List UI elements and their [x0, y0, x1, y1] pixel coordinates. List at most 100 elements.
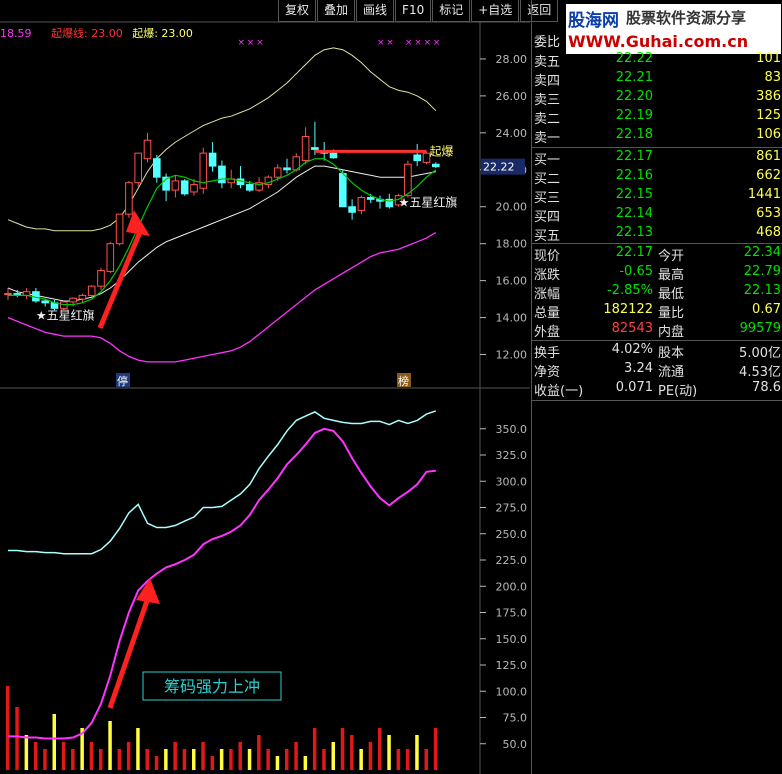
candle-body: [115, 213, 124, 245]
volume-bar: [247, 749, 252, 770]
candle-body: [87, 285, 96, 296]
ask-price: 22.21: [615, 70, 653, 85]
ask-row: 卖五 22.22 101: [532, 51, 782, 70]
ask-volume: 83: [764, 70, 781, 85]
fuquan-button[interactable]: 复权: [278, 0, 317, 22]
bid-volume: 653: [756, 206, 781, 221]
volume-bar: [405, 749, 410, 770]
bid-volume: 861: [756, 149, 781, 164]
candle-body: [366, 197, 375, 200]
x-mark: ×: [377, 38, 385, 48]
ask-row: 卖三 22.20 386: [532, 89, 782, 108]
volume-bar: [285, 749, 289, 770]
volume-bar: [6, 686, 10, 770]
volume-bar: [238, 742, 242, 770]
stat-value: 22.17: [615, 245, 653, 260]
toolbar: 复权 叠加 画线 F10 标记 +自选 返回: [278, 0, 559, 22]
legend-qibao-line: 起爆线: 23.00: [51, 27, 123, 40]
volume-bar: [43, 749, 47, 770]
ask-price: 22.19: [615, 108, 653, 123]
stat-row: 换手 4.02% 股本 5.00亿: [532, 342, 782, 361]
stat-label: 内盘: [658, 325, 685, 340]
volume-bar: [173, 742, 177, 770]
ask-row: 卖四 22.21 83: [532, 70, 782, 89]
ask-label: 卖四: [534, 74, 561, 89]
five-star-flag-right: ★五星红旗: [399, 195, 458, 210]
stat-label: 外盘: [534, 325, 561, 340]
bid-label: 买二: [534, 172, 561, 187]
volume-bar: [61, 742, 66, 770]
volume-bar: [126, 742, 131, 770]
stat-label: PE(动): [658, 384, 698, 399]
volume-bar: [368, 742, 373, 770]
stat-value: 22.79: [743, 264, 781, 279]
bid-volume: 468: [756, 225, 781, 240]
divider: [532, 147, 782, 148]
ask-volume: 106: [756, 127, 781, 142]
volume-bar: [117, 749, 122, 770]
stat-label: 最高: [658, 268, 685, 283]
overlay-button[interactable]: 叠加: [317, 0, 356, 22]
y-tick-label: 125.0: [496, 659, 528, 672]
stat-row: 外盘 82543 内盘 99579: [532, 321, 782, 340]
volume-bar: [164, 749, 168, 770]
volume-bar: [359, 749, 363, 770]
stat-value: 5.00亿: [739, 346, 781, 361]
volume-bar: [415, 735, 419, 770]
candle-body: [69, 297, 77, 303]
chip-cyan-line: [8, 410, 437, 555]
volume-bar: [52, 714, 56, 770]
stat-label: 总量: [534, 306, 561, 321]
divider: [532, 340, 782, 341]
volume-bar: [182, 749, 187, 770]
x-mark: ×: [414, 38, 422, 48]
candle-body: [404, 163, 412, 197]
candle-body: [180, 180, 189, 195]
bid-volume: 662: [756, 168, 781, 183]
volume-bar: [387, 735, 391, 770]
y-tick-label: 350.0: [496, 423, 528, 436]
volume-bar: [340, 728, 345, 770]
y-tick-label: 300.0: [496, 475, 528, 488]
stat-label: 换手: [534, 346, 561, 361]
stat-value: -0.65: [619, 264, 653, 279]
y-tick-label: 16.00: [496, 275, 528, 288]
y-tick-label: 12.00: [496, 349, 528, 362]
stat-value: 99579: [739, 321, 781, 336]
candle-body: [97, 269, 105, 287]
bid-price: 22.16: [615, 168, 653, 183]
logo-text-main: 股海网: [568, 11, 619, 31]
bid-row: 买一 22.17 861: [532, 149, 782, 168]
y-tick-label: 275.0: [496, 502, 528, 515]
ting-marker: 停: [117, 374, 128, 388]
divider: [532, 243, 782, 244]
y-tick-label: 18.00: [496, 238, 528, 251]
y-tick-label: 250.0: [496, 528, 528, 541]
volume-bar: [322, 749, 326, 770]
bid-price: 22.15: [615, 187, 653, 202]
f10-button[interactable]: F10: [395, 0, 432, 22]
candle-body: [273, 167, 282, 178]
add-watchlist-button[interactable]: +自选: [471, 0, 520, 22]
bid-price: 22.14: [615, 206, 653, 221]
weibi-row: 委比: [532, 31, 782, 50]
stock-terminal: 12.0014.0016.0018.0020.0022.0024.0026.00…: [0, 0, 782, 774]
y-tick-label: 26.00: [496, 90, 528, 103]
candle-body: [339, 172, 347, 208]
stat-value: 0.67: [752, 302, 781, 317]
volume-bar: [331, 742, 335, 770]
volume-bar: [145, 749, 149, 770]
draw-line-button[interactable]: 画线: [356, 0, 395, 22]
volume-bar: [89, 742, 94, 770]
volume-bar: [424, 749, 428, 770]
volume-bar: [154, 756, 159, 770]
indicator-legend: 18.59 起爆线: 23.00 起爆: 23.00: [0, 25, 193, 41]
mark-button[interactable]: 标记: [432, 0, 471, 22]
y-tick-label: 20.00: [496, 201, 528, 214]
stat-label: 净资: [534, 365, 561, 380]
volume-bar: [312, 728, 317, 770]
stat-label: 最低: [658, 287, 685, 302]
candle-body: [301, 136, 310, 162]
volume-bar: [99, 749, 103, 770]
stat-row: 涨跌 -0.65 最高 22.79: [532, 264, 782, 283]
